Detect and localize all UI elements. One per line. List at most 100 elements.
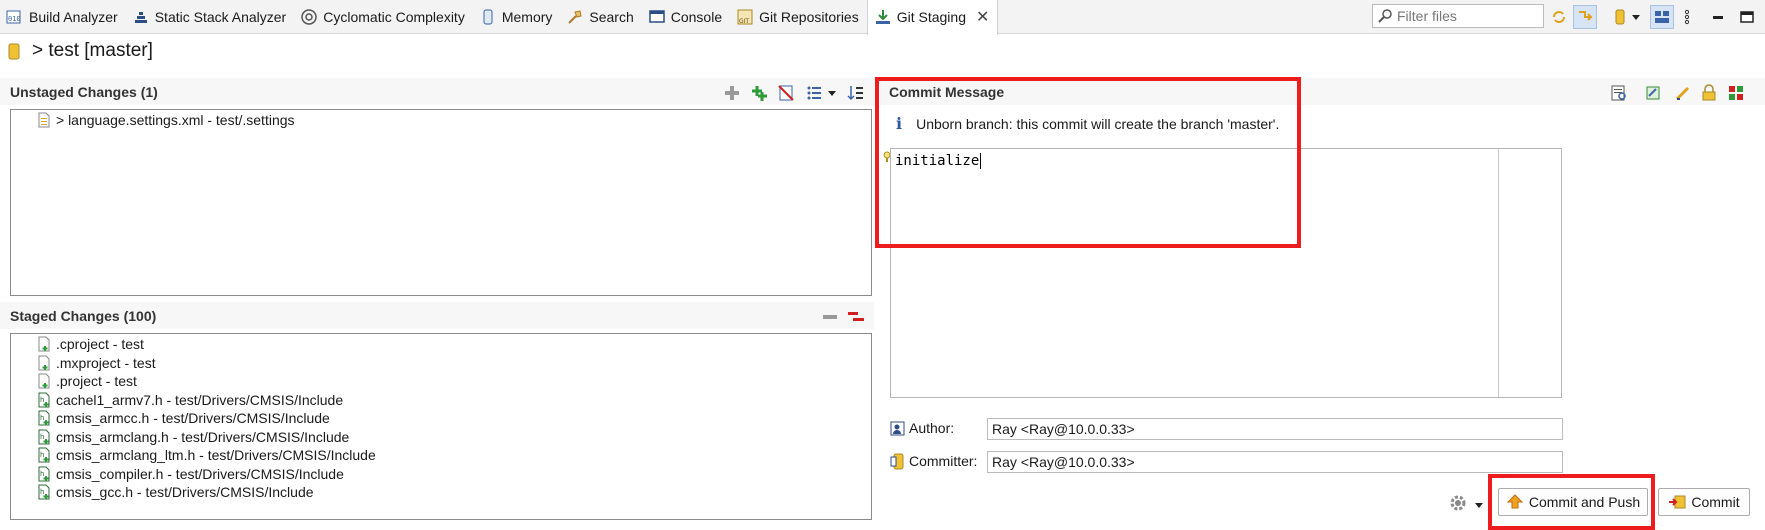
tab-git-staging[interactable]: Git Staging ✕ xyxy=(866,0,999,35)
maximize-icon xyxy=(1740,11,1754,23)
push-settings-button[interactable] xyxy=(1448,493,1470,513)
unborn-branch-info: i Unborn branch: this commit will create… xyxy=(896,114,1279,133)
filter-files-input[interactable]: Filter files xyxy=(1372,4,1544,28)
list-item[interactable]: h cachel1_armv7.h - test/Drivers/CMSIS/I… xyxy=(11,391,871,410)
svg-text:h: h xyxy=(40,433,44,441)
commit-message-value: initialize xyxy=(895,153,980,169)
layout-button[interactable] xyxy=(1650,5,1674,29)
file-label: .project - test xyxy=(56,373,137,390)
list-item[interactable]: h cmsis_armclang.h - test/Drivers/CMSIS/… xyxy=(11,428,871,447)
committer-field[interactable]: Ray <Ray@10.0.0.33> xyxy=(987,451,1563,473)
file-label: cmsis_armcc.h - test/Drivers/CMSIS/Inclu… xyxy=(56,410,330,427)
console-icon xyxy=(648,8,666,26)
ignore-button[interactable] xyxy=(776,83,796,103)
commit-and-push-button[interactable]: Commit and Push xyxy=(1498,488,1648,516)
staged-title: Staged Changes (100) xyxy=(10,308,157,324)
change-id-button[interactable] xyxy=(1726,83,1746,103)
file-label: cachel1_armv7.h - test/Drivers/CMSIS/Inc… xyxy=(56,391,344,408)
maximize-button[interactable] xyxy=(1735,5,1759,29)
unstage-button[interactable] xyxy=(820,307,840,327)
tab-git-repositories[interactable]: GIT Git Repositories xyxy=(730,0,867,34)
build-analyzer-icon: 010 xyxy=(6,8,24,26)
sign-commit-button[interactable] xyxy=(1699,83,1719,103)
author-label: Author: xyxy=(890,419,954,437)
staged-list[interactable]: .cproject - test .mxproject - test .proj… xyxy=(10,333,872,520)
memory-icon xyxy=(479,8,497,26)
link-selection-button[interactable] xyxy=(1573,5,1597,29)
stage-all-button[interactable] xyxy=(749,83,769,103)
add-all-icon xyxy=(752,86,767,101)
repository-dropdown[interactable] xyxy=(1628,5,1644,29)
link-icon xyxy=(1579,11,1593,21)
tab-label: Git Repositories xyxy=(759,8,859,25)
tab-label: Build Analyzer xyxy=(29,8,118,25)
presentation-button[interactable] xyxy=(804,83,824,103)
list-item[interactable]: .project - test xyxy=(11,372,871,391)
tab-memory[interactable]: Memory xyxy=(473,0,561,34)
file-label: cmsis_armclang.h - test/Drivers/CMSIS/In… xyxy=(56,428,350,445)
repository-icon xyxy=(1615,9,1625,25)
list-item[interactable]: h cmsis_compiler.h - test/Drivers/CMSIS/… xyxy=(11,465,871,484)
spellcheck-button[interactable] xyxy=(1609,83,1629,103)
amend-button[interactable] xyxy=(1643,83,1663,103)
tab-build-analyzer[interactable]: 010 Build Analyzer xyxy=(0,0,126,34)
layout-icon xyxy=(1655,11,1669,23)
file-label: > language.settings.xml - test/.settings xyxy=(56,112,295,129)
list-item[interactable]: .cproject - test xyxy=(11,335,871,354)
sort-button[interactable] xyxy=(846,83,866,103)
tab-console[interactable]: Console xyxy=(642,0,730,34)
file-added-icon xyxy=(36,336,52,352)
complexity-icon xyxy=(300,8,318,26)
remove-all-icon xyxy=(848,312,864,321)
close-icon[interactable]: ✕ xyxy=(976,7,989,27)
tab-static-stack-analyzer[interactable]: Static Stack Analyzer xyxy=(126,0,295,34)
gerrit-icon xyxy=(1729,86,1743,100)
tab-label: Static Stack Analyzer xyxy=(154,8,287,25)
info-text: Unborn branch: this commit will create t… xyxy=(916,115,1280,132)
filter-placeholder: Filter files xyxy=(1397,8,1457,24)
gear-icon xyxy=(1450,495,1466,511)
unstaged-list[interactable]: > language.settings.xml - test/.settings xyxy=(10,109,872,296)
committer-value: Ray <Ray@10.0.0.33> xyxy=(992,454,1135,470)
list-item[interactable]: h cmsis_armcc.h - test/Drivers/CMSIS/Inc… xyxy=(11,409,871,428)
view-menu-button[interactable] xyxy=(1680,5,1694,29)
commit-label: Commit xyxy=(1691,494,1740,510)
sync-icon xyxy=(1553,11,1565,23)
committer-label: Committer: xyxy=(890,452,977,470)
presentation-dropdown[interactable] xyxy=(826,83,838,103)
commit-icon xyxy=(1668,494,1686,510)
list-item[interactable]: .mxproject - test xyxy=(11,354,871,373)
tab-cyclomatic-complexity[interactable]: Cyclomatic Complexity xyxy=(294,0,473,34)
author-field[interactable]: Ray <Ray@10.0.0.33> xyxy=(987,418,1563,440)
svg-text:h: h xyxy=(40,451,44,459)
spellcheck-icon xyxy=(1611,85,1626,101)
refresh-button[interactable] xyxy=(1547,5,1571,29)
svg-text:010: 010 xyxy=(8,15,21,23)
tab-search[interactable]: Search xyxy=(560,0,641,34)
commit-button[interactable]: Commit xyxy=(1658,488,1750,516)
file-label: .cproject - test xyxy=(56,336,144,353)
tab-label: Console xyxy=(670,8,723,25)
tab-label: Search xyxy=(589,8,634,25)
push-icon xyxy=(1506,494,1524,510)
search-icon xyxy=(566,8,584,26)
add-icon xyxy=(725,86,739,100)
file-label: .mxproject - test xyxy=(56,354,156,371)
svg-text:h: h xyxy=(40,396,44,404)
lock-icon xyxy=(1702,84,1716,101)
list-item[interactable]: > language.settings.xml - test/.settings xyxy=(11,111,871,130)
tab-label: Git Staging xyxy=(896,9,966,25)
push-settings-dropdown[interactable] xyxy=(1474,497,1486,509)
stage-button[interactable] xyxy=(722,83,742,103)
signed-off-button[interactable] xyxy=(1673,83,1693,103)
minimize-button[interactable] xyxy=(1706,5,1730,29)
unstage-all-button[interactable] xyxy=(846,307,866,327)
list-item[interactable]: h cmsis_gcc.h - test/Drivers/CMSIS/Inclu… xyxy=(11,483,871,502)
file-icon xyxy=(36,112,52,128)
file-label: cmsis_armclang_ltm.h - test/Drivers/CMSI… xyxy=(56,447,376,464)
file-label: cmsis_gcc.h - test/Drivers/CMSIS/Include xyxy=(56,484,314,501)
commit-message-input[interactable]: initialize xyxy=(890,148,1562,398)
committer-icon xyxy=(890,452,906,470)
file-label: cmsis_compiler.h - test/Drivers/CMSIS/In… xyxy=(56,465,344,482)
list-item[interactable]: h cmsis_armclang_ltm.h - test/Drivers/CM… xyxy=(11,446,871,465)
